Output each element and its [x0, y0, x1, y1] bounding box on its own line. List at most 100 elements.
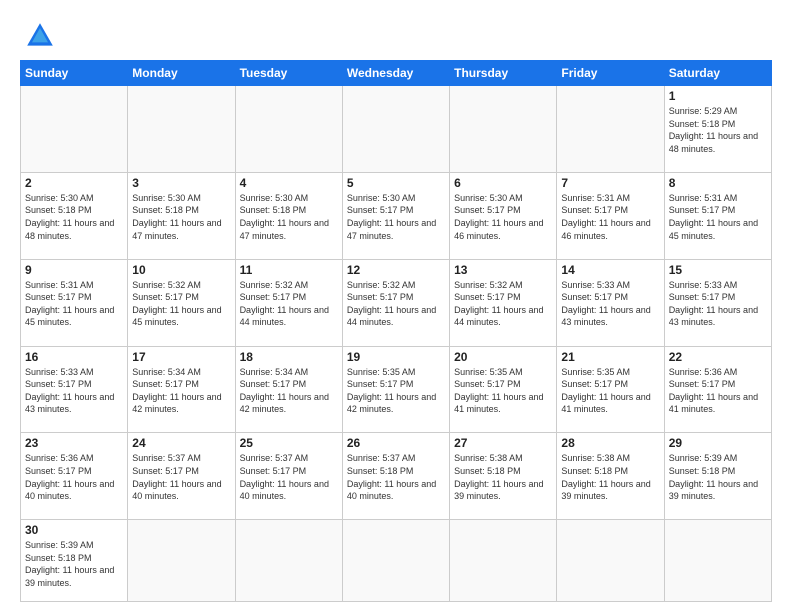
weekday-thursday: Thursday [450, 61, 557, 86]
day-info: Sunrise: 5:37 AMSunset: 5:17 PMDaylight:… [132, 452, 230, 502]
calendar-cell: 19 Sunrise: 5:35 AMSunset: 5:17 PMDayligh… [342, 346, 449, 433]
day-info: Sunrise: 5:32 AMSunset: 5:17 PMDaylight:… [347, 279, 445, 329]
day-info: Sunrise: 5:32 AMSunset: 5:17 PMDaylight:… [132, 279, 230, 329]
day-info: Sunrise: 5:36 AMSunset: 5:17 PMDaylight:… [25, 452, 123, 502]
calendar-cell: 21 Sunrise: 5:35 AMSunset: 5:17 PMDayligh… [557, 346, 664, 433]
day-number: 7 [561, 176, 659, 190]
week-row-1: 2 Sunrise: 5:30 AMSunset: 5:18 PMDaylight… [21, 172, 772, 259]
calendar-cell: 13Sunrise: 5:32 AMSunset: 5:17 PMDayligh… [450, 259, 557, 346]
day-number: 13 [454, 263, 552, 277]
week-row-3: 16 Sunrise: 5:33 AMSunset: 5:17 PMDayligh… [21, 346, 772, 433]
calendar-table: SundayMondayTuesdayWednesdayThursdayFrid… [20, 60, 772, 602]
calendar-cell: 28 Sunrise: 5:38 AMSunset: 5:18 PMDayligh… [557, 433, 664, 520]
day-number: 21 [561, 350, 659, 364]
calendar-cell: 29 Sunrise: 5:39 AMSunset: 5:18 PMDayligh… [664, 433, 771, 520]
calendar-cell: 23 Sunrise: 5:36 AMSunset: 5:17 PMDayligh… [21, 433, 128, 520]
logo [20, 20, 56, 52]
day-info: Sunrise: 5:31 AMSunset: 5:17 PMDaylight:… [669, 192, 767, 242]
calendar-cell: 11 Sunrise: 5:32 AMSunset: 5:17 PMDayligh… [235, 259, 342, 346]
week-row-2: 9 Sunrise: 5:31 AMSunset: 5:17 PMDaylight… [21, 259, 772, 346]
calendar-cell: 12 Sunrise: 5:32 AMSunset: 5:17 PMDayligh… [342, 259, 449, 346]
day-info: Sunrise: 5:37 AMSunset: 5:17 PMDaylight:… [240, 452, 338, 502]
calendar-cell: 18 Sunrise: 5:34 AMSunset: 5:17 PMDayligh… [235, 346, 342, 433]
day-info: Sunrise: 5:38 AMSunset: 5:18 PMDaylight:… [561, 452, 659, 502]
week-row-5: 30 Sunrise: 5:39 AMSunset: 5:18 PMDayligh… [21, 520, 772, 602]
week-row-0: 1Sunrise: 5:29 AMSunset: 5:18 PMDaylight… [21, 86, 772, 173]
header [20, 16, 772, 52]
calendar-cell: 20 Sunrise: 5:35 AMSunset: 5:17 PMDayligh… [450, 346, 557, 433]
day-number: 17 [132, 350, 230, 364]
day-info: Sunrise: 5:36 AMSunset: 5:17 PMDaylight:… [669, 366, 767, 416]
calendar-cell [128, 520, 235, 602]
day-number: 14 [561, 263, 659, 277]
day-info: Sunrise: 5:35 AMSunset: 5:17 PMDaylight:… [454, 366, 552, 416]
day-info: Sunrise: 5:39 AMSunset: 5:18 PMDaylight:… [25, 539, 123, 589]
day-number: 6 [454, 176, 552, 190]
calendar-cell [235, 520, 342, 602]
day-info: Sunrise: 5:30 AMSunset: 5:18 PMDaylight:… [240, 192, 338, 242]
day-number: 15 [669, 263, 767, 277]
day-info: Sunrise: 5:35 AMSunset: 5:17 PMDaylight:… [561, 366, 659, 416]
calendar-cell [557, 86, 664, 173]
calendar-cell [235, 86, 342, 173]
day-info: Sunrise: 5:31 AMSunset: 5:17 PMDaylight:… [561, 192, 659, 242]
day-info: Sunrise: 5:31 AMSunset: 5:17 PMDaylight:… [25, 279, 123, 329]
calendar-cell: 8 Sunrise: 5:31 AMSunset: 5:17 PMDaylight… [664, 172, 771, 259]
day-info: Sunrise: 5:30 AMSunset: 5:17 PMDaylight:… [347, 192, 445, 242]
day-number: 8 [669, 176, 767, 190]
calendar-cell: 17 Sunrise: 5:34 AMSunset: 5:17 PMDayligh… [128, 346, 235, 433]
day-number: 28 [561, 436, 659, 450]
calendar-cell: 4 Sunrise: 5:30 AMSunset: 5:18 PMDaylight… [235, 172, 342, 259]
day-number: 29 [669, 436, 767, 450]
day-info: Sunrise: 5:35 AMSunset: 5:17 PMDaylight:… [347, 366, 445, 416]
calendar-cell: 22Sunrise: 5:36 AMSunset: 5:17 PMDayligh… [664, 346, 771, 433]
day-number: 30 [25, 523, 123, 537]
day-number: 16 [25, 350, 123, 364]
calendar-cell: 2 Sunrise: 5:30 AMSunset: 5:18 PMDaylight… [21, 172, 128, 259]
day-number: 1 [669, 89, 767, 103]
calendar-cell: 10 Sunrise: 5:32 AMSunset: 5:17 PMDayligh… [128, 259, 235, 346]
calendar-cell: 3Sunrise: 5:30 AMSunset: 5:18 PMDaylight… [128, 172, 235, 259]
day-number: 23 [25, 436, 123, 450]
day-number: 4 [240, 176, 338, 190]
day-info: Sunrise: 5:38 AMSunset: 5:18 PMDaylight:… [454, 452, 552, 502]
day-info: Sunrise: 5:34 AMSunset: 5:17 PMDaylight:… [132, 366, 230, 416]
day-info: Sunrise: 5:34 AMSunset: 5:17 PMDaylight:… [240, 366, 338, 416]
weekday-header-row: SundayMondayTuesdayWednesdayThursdayFrid… [21, 61, 772, 86]
day-number: 25 [240, 436, 338, 450]
day-number: 9 [25, 263, 123, 277]
day-number: 26 [347, 436, 445, 450]
weekday-wednesday: Wednesday [342, 61, 449, 86]
calendar-cell [450, 86, 557, 173]
day-info: Sunrise: 5:32 AMSunset: 5:17 PMDaylight:… [240, 279, 338, 329]
day-number: 19 [347, 350, 445, 364]
day-info: Sunrise: 5:33 AMSunset: 5:17 PMDaylight:… [561, 279, 659, 329]
day-info: Sunrise: 5:37 AMSunset: 5:18 PMDaylight:… [347, 452, 445, 502]
weekday-tuesday: Tuesday [235, 61, 342, 86]
day-number: 20 [454, 350, 552, 364]
calendar-cell [342, 520, 449, 602]
week-row-4: 23 Sunrise: 5:36 AMSunset: 5:17 PMDayligh… [21, 433, 772, 520]
day-info: Sunrise: 5:33 AMSunset: 5:17 PMDaylight:… [669, 279, 767, 329]
day-number: 24 [132, 436, 230, 450]
calendar-cell [664, 520, 771, 602]
weekday-sunday: Sunday [21, 61, 128, 86]
day-number: 2 [25, 176, 123, 190]
logo-icon [24, 20, 56, 52]
day-info: Sunrise: 5:39 AMSunset: 5:18 PMDaylight:… [669, 452, 767, 502]
weekday-friday: Friday [557, 61, 664, 86]
calendar-cell: 30 Sunrise: 5:39 AMSunset: 5:18 PMDayligh… [21, 520, 128, 602]
calendar-cell [128, 86, 235, 173]
day-number: 18 [240, 350, 338, 364]
day-number: 11 [240, 263, 338, 277]
calendar-cell [21, 86, 128, 173]
calendar-cell: 7 Sunrise: 5:31 AMSunset: 5:17 PMDaylight… [557, 172, 664, 259]
calendar-cell: 5Sunrise: 5:30 AMSunset: 5:17 PMDaylight… [342, 172, 449, 259]
day-info: Sunrise: 5:30 AMSunset: 5:18 PMDaylight:… [25, 192, 123, 242]
day-number: 12 [347, 263, 445, 277]
day-number: 10 [132, 263, 230, 277]
calendar-cell [557, 520, 664, 602]
day-info: Sunrise: 5:33 AMSunset: 5:17 PMDaylight:… [25, 366, 123, 416]
day-info: Sunrise: 5:30 AMSunset: 5:17 PMDaylight:… [454, 192, 552, 242]
weekday-saturday: Saturday [664, 61, 771, 86]
